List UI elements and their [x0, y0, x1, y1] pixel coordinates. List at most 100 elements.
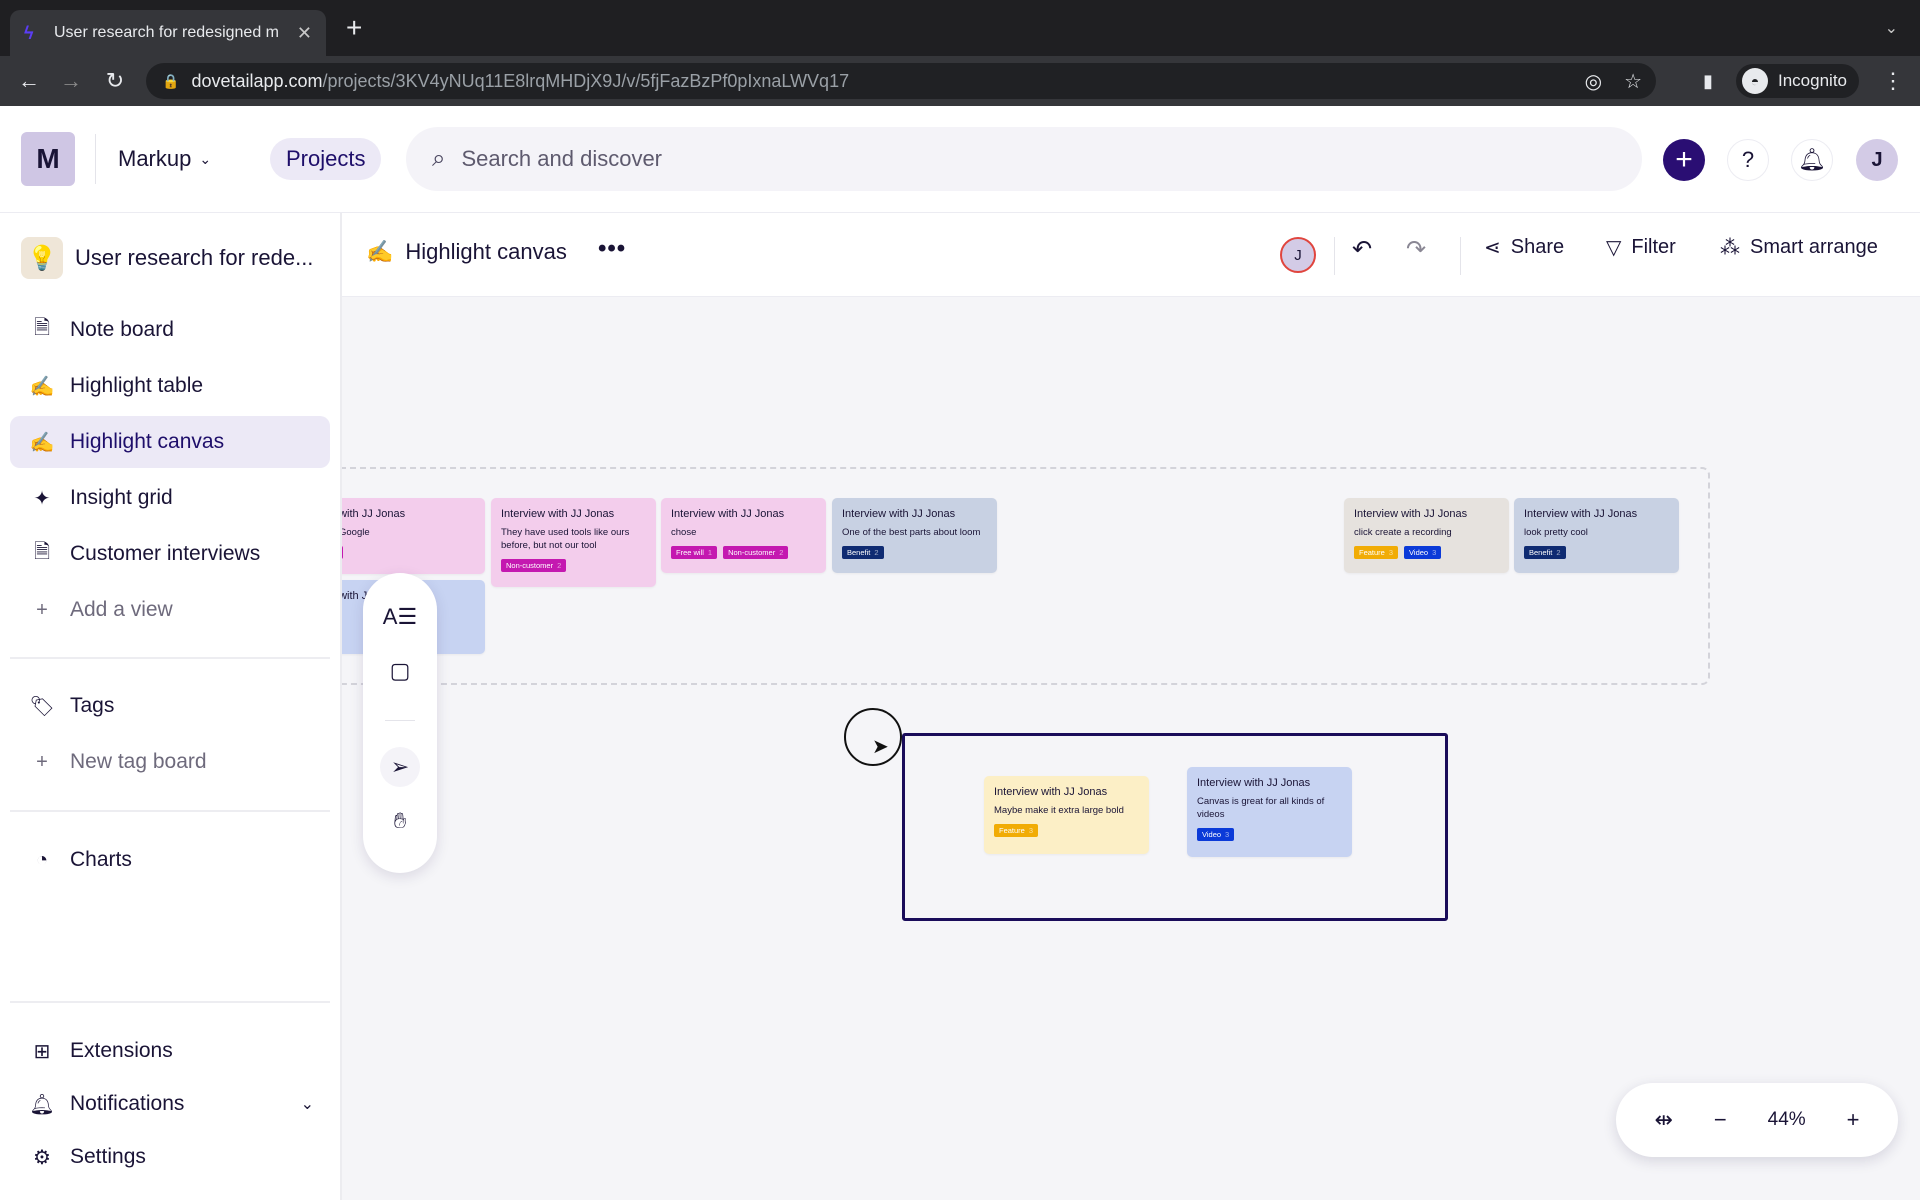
fit-width-icon[interactable]: ⇹ — [1654, 1107, 1672, 1133]
highlight-card[interactable]: Interview with JJ Jonas found it on Goog… — [342, 498, 485, 574]
tag-badge[interactable]: Feature 3 — [994, 824, 1039, 837]
sidepanel-icon[interactable]: ▮ — [1693, 66, 1723, 96]
sidebar-item-highlight-table[interactable]: ✍ Highlight table — [10, 360, 330, 412]
highlighter-icon: ✍ — [29, 375, 55, 398]
select-tool-button[interactable]: ➢ — [380, 747, 420, 787]
tag-badge[interactable]: Feature 3 — [1354, 546, 1399, 559]
plus-icon: + — [36, 750, 48, 773]
sidebar-item-label: Customer interviews — [70, 542, 261, 565]
star-icon[interactable]: ☆ — [1624, 69, 1642, 94]
extensions-icon: ⊞ — [33, 1040, 51, 1063]
highlight-card[interactable]: Interview with JJ Jonas Canvas is great … — [1187, 767, 1352, 857]
highlight-card[interactable]: Interview with JJ Jonas Maybe make it ex… — [984, 776, 1149, 854]
tag-badge[interactable]: Free will 1 — [671, 546, 718, 559]
card-title: Interview with JJ Jonas — [1197, 777, 1311, 789]
zoom-in-icon[interactable]: + — [1847, 1107, 1860, 1133]
tag-badge[interactable]: Benefit 2 — [842, 546, 884, 559]
tag-badge[interactable]: Discovery1 — [342, 546, 344, 559]
back-icon[interactable]: ← — [14, 66, 44, 96]
tab-title: User research for redesigned m — [54, 24, 279, 41]
share-button[interactable]: ⋖ Share — [1484, 235, 1564, 260]
browser-tab[interactable]: ϟ User research for redesigned m ✕ — [10, 10, 326, 56]
sidebar-item-label: Charts — [70, 848, 132, 871]
sidebar-item-tags[interactable]: 🏷︎ Tags — [10, 680, 330, 732]
sidebar: 💡 User research for rede... 🗎 Note board… — [0, 213, 342, 1200]
redo-button[interactable]: ↷ — [1406, 235, 1426, 264]
plus-icon: + — [1675, 143, 1693, 176]
tag-badge[interactable]: Video 3 — [1197, 828, 1235, 841]
more-options-icon[interactable]: ••• — [598, 235, 626, 263]
highlight-card[interactable]: Interview with JJ Jonas One of the best … — [832, 498, 997, 573]
highlighter-icon: ✍ — [29, 431, 55, 454]
project-name: User research for rede... — [75, 245, 314, 270]
highlight-card[interactable]: Interview with JJ Jonas They have used t… — [491, 498, 656, 587]
eye-off-icon[interactable]: ◎ — [1585, 69, 1602, 94]
card-title: Interview with JJ Jonas — [1354, 508, 1468, 520]
tag-badge[interactable]: Video 3 — [1404, 546, 1442, 559]
tag-badge[interactable]: Non-customer 2 — [501, 559, 567, 572]
forward-icon[interactable]: → — [56, 66, 86, 96]
search-input[interactable]: ⌕ Search and discover — [406, 127, 1642, 191]
sidebar-item-note-board[interactable]: 🗎 Note board — [10, 304, 330, 356]
user-avatar[interactable]: J — [1856, 139, 1898, 181]
add-view-button[interactable]: + Add a view — [10, 584, 330, 636]
new-tab-button[interactable]: + — [346, 14, 362, 42]
sidebar-item-charts[interactable]: ◔ Charts — [10, 834, 330, 886]
highlight-card[interactable]: Interview with JJ Jonas chose Free will 1… — [661, 498, 826, 573]
sidebar-item-notifications[interactable]: 🔔︎ Notifications ⌄ — [10, 1078, 330, 1130]
reload-icon[interactable]: ↻ — [100, 66, 130, 96]
app-header: M Markup ⌄ Projects ⌕ Search and discove… — [0, 106, 1920, 213]
zoom-out-icon[interactable]: − — [1714, 1107, 1727, 1133]
url-path: /projects/3KV4yNUq11E8lrqMHDjX9J/v/5fjFa… — [322, 70, 850, 91]
highlight-card[interactable]: Interview with JJ Jonas click create a r… — [1344, 498, 1509, 573]
address-bar-row: ← → ↻ 🔒 dovetailapp.com/projects/3KV4yNU… — [0, 56, 1920, 106]
tag-badge[interactable]: Benefit 2 — [1524, 546, 1566, 559]
pan-tool-button[interactable]: ✋︎ — [380, 801, 420, 841]
sidebar-item-extensions[interactable]: ⊞ Extensions — [10, 1025, 330, 1077]
hand-icon: ✋︎ — [393, 808, 407, 833]
header-divider — [95, 134, 96, 184]
zoom-level[interactable]: 44% — [1768, 1109, 1806, 1131]
card-body: look pretty cool — [1524, 527, 1588, 538]
projects-button[interactable]: Projects — [270, 138, 382, 180]
sidebar-item-insight-grid[interactable]: ✦ Insight grid — [10, 472, 330, 524]
highlight-card[interactable]: Interview with JJ Jonas look pretty cool… — [1514, 498, 1679, 573]
highlight-canvas[interactable]: Interview with JJ Jonas found it on Goog… — [342, 298, 1920, 1200]
bell-icon: 🔔︎ — [1798, 147, 1826, 172]
smart-arrange-button[interactable]: ⁂ Smart arrange — [1720, 235, 1878, 260]
url-field[interactable]: 🔒 dovetailapp.com/projects/3KV4yNUq11E8l… — [146, 63, 1656, 99]
collaborator-avatar[interactable]: J — [1280, 237, 1316, 273]
project-header[interactable]: 💡 User research for rede... — [21, 237, 313, 279]
filter-label: Filter — [1631, 236, 1676, 258]
view-title-label: Highlight canvas — [405, 239, 567, 264]
undo-button[interactable]: ↶ — [1352, 235, 1372, 264]
close-tab-icon[interactable]: ✕ — [297, 23, 312, 44]
notifications-button[interactable]: 🔔︎ — [1791, 139, 1833, 181]
filter-button[interactable]: ▽ Filter — [1606, 235, 1676, 260]
text-tool-button[interactable]: A☰ — [380, 597, 420, 637]
chevron-down-icon[interactable]: ⌄ — [301, 1094, 314, 1114]
note-icon: 🗎 — [33, 317, 51, 339]
url-host: dovetailapp.com — [191, 70, 323, 91]
tag-icon: 🏷︎ — [29, 695, 55, 718]
workspace-switcher[interactable]: Markup ⌄ — [118, 146, 211, 172]
square-icon: ▢ — [389, 658, 411, 683]
sidebar-item-customer-interviews[interactable]: 🗎 Customer interviews — [10, 528, 330, 580]
shape-tool-button[interactable]: ▢ — [380, 651, 420, 691]
new-tag-board-button[interactable]: + New tag board — [10, 736, 330, 788]
incognito-badge[interactable]: ◓ Incognito — [1736, 64, 1859, 98]
tag-badge[interactable]: Non-customer 2 — [723, 546, 789, 559]
lightbulb-icon: 💡 — [21, 237, 63, 279]
help-button[interactable]: ? — [1727, 139, 1769, 181]
workspace-avatar[interactable]: M — [21, 132, 75, 186]
create-button[interactable]: + — [1663, 139, 1705, 181]
sidebar-item-label: Notifications — [70, 1092, 185, 1115]
sidebar-item-label: Highlight table — [70, 374, 204, 397]
browser-tab-bar: ϟ User research for redesigned m ✕ + ⌄ — [0, 0, 1920, 56]
sidebar-item-settings[interactable]: ⚙ Settings — [10, 1131, 330, 1183]
tab-search-chevron-icon[interactable]: ⌄ — [1885, 18, 1898, 38]
gear-icon: ⚙ — [33, 1146, 51, 1169]
sidebar-item-highlight-canvas[interactable]: ✍ Highlight canvas — [10, 416, 330, 468]
kebab-menu-icon[interactable]: ⋮ — [1882, 68, 1904, 94]
view-title[interactable]: ✍ Highlight canvas — [366, 239, 567, 265]
